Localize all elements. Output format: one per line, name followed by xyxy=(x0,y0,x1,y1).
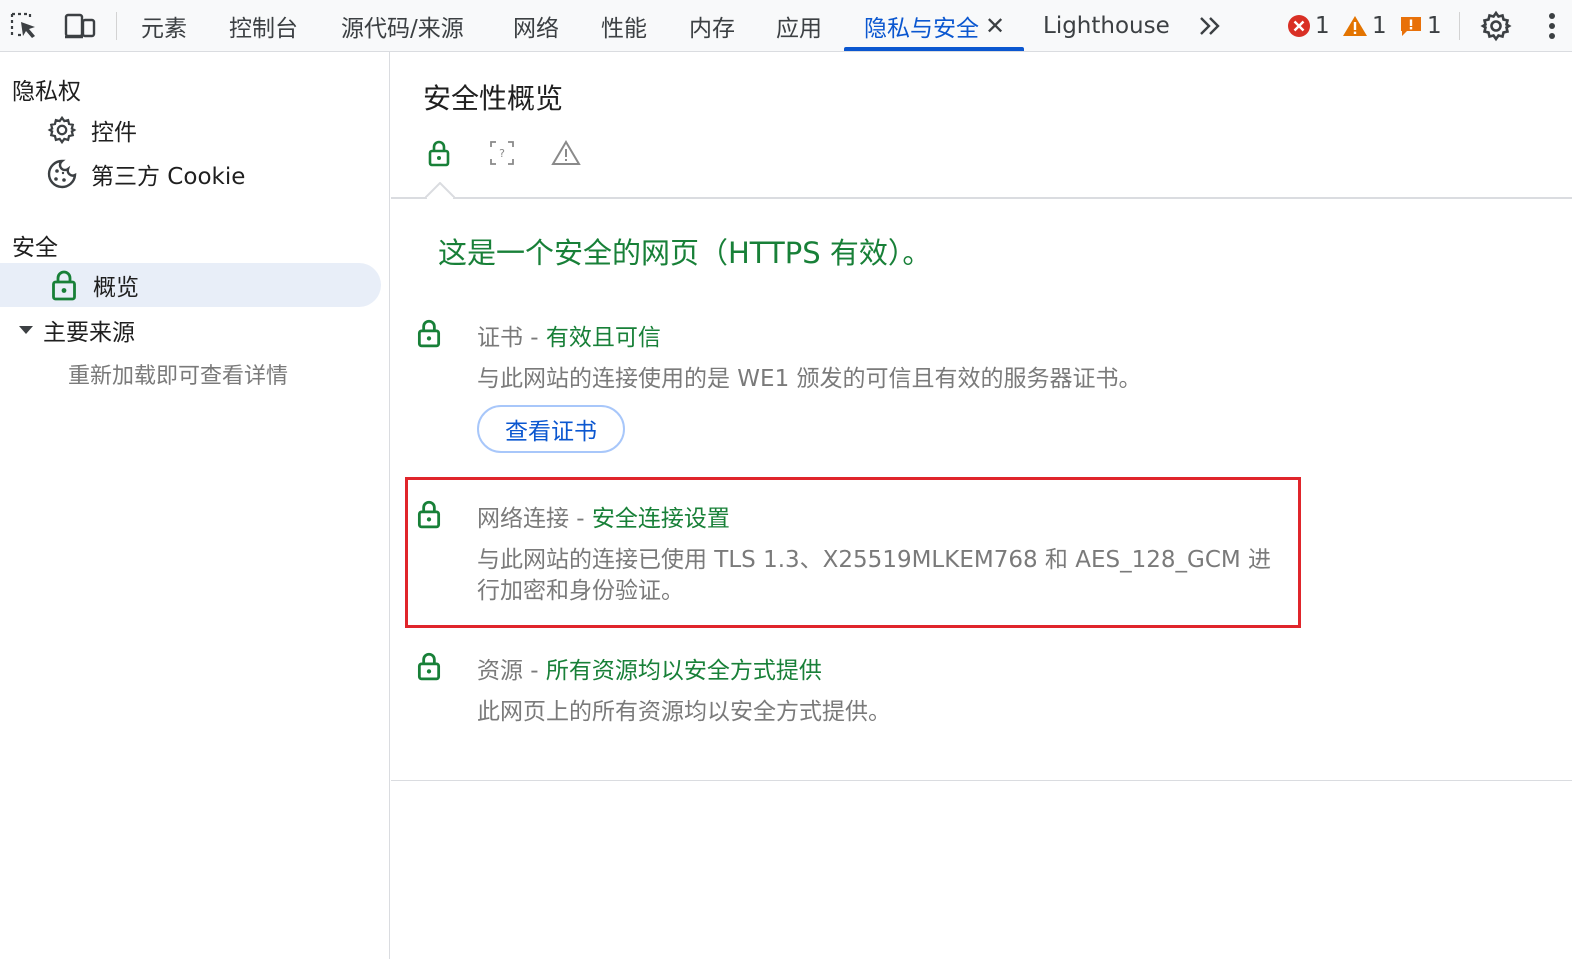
gear-icon xyxy=(45,113,79,147)
lock-icon xyxy=(417,652,441,681)
tab-pointer xyxy=(425,182,455,199)
unknown-security-icon[interactable]: ? xyxy=(487,138,517,168)
row-title: 网络连接 - 安全连接设置 xyxy=(477,499,730,533)
warnings-counter[interactable]: 1 xyxy=(1342,0,1387,52)
row-title: 资源 - 所有资源均以安全方式提供 xyxy=(477,651,822,685)
inspect-element-icon[interactable] xyxy=(6,8,42,44)
settings-gear-icon[interactable] xyxy=(1478,8,1514,44)
page-title: 安全性概览 xyxy=(423,82,564,115)
tab-network[interactable]: 网络 xyxy=(513,0,559,52)
toolbar-separator xyxy=(1459,12,1460,40)
tab-console[interactable]: 控制台 xyxy=(229,0,298,52)
tab-sources[interactable]: 源代码/来源 xyxy=(341,0,464,52)
more-tabs-chevron-icon[interactable] xyxy=(1192,8,1228,44)
security-summary: 这是一个安全的网页（HTTPS 有效）。 xyxy=(438,236,932,270)
security-overview-panel: 安全性概览 ? 这是一个安全的网页（HTTPS 有效）。 证书 - 有效且可信 … xyxy=(391,52,1572,959)
sidebar-item-label: 概览 xyxy=(93,275,139,301)
tab-application[interactable]: 应用 xyxy=(776,0,822,52)
active-tab-indicator xyxy=(844,47,1024,51)
insecure-warning-icon[interactable] xyxy=(551,138,581,168)
secure-lock-icon[interactable] xyxy=(424,138,454,168)
sidebar: 隐私权 控件 第三方 Cookie 安全 概览 主要来源 重新加载即可查看详情 xyxy=(0,52,390,959)
row-status: 有效且可信 xyxy=(545,325,661,351)
triangle-down-icon xyxy=(19,326,33,334)
tab-performance[interactable]: 性能 xyxy=(601,0,647,52)
toolbar-separator xyxy=(116,12,117,40)
divider xyxy=(391,780,1572,781)
issues-counter[interactable]: 1 xyxy=(1399,0,1442,52)
errors-counter[interactable]: 1 xyxy=(1287,0,1330,52)
svg-text:?: ? xyxy=(499,147,505,160)
reload-hint: 重新加载即可查看详情 xyxy=(68,364,289,389)
tab-privacy-security-label: 隐私与安全 xyxy=(864,16,979,42)
sidebar-item-label: 控件 xyxy=(91,120,137,146)
main-origin-label: 主要来源 xyxy=(43,320,135,346)
tab-memory[interactable]: 内存 xyxy=(689,0,735,52)
row-status: 所有资源均以安全方式提供 xyxy=(545,658,822,684)
tab-lighthouse[interactable]: Lighthouse xyxy=(1043,0,1170,52)
lock-icon xyxy=(417,319,441,348)
issues-count: 1 xyxy=(1427,13,1442,39)
devtools-toolbar: 元素 控制台 源代码/来源 网络 性能 内存 应用 隐私与安全 ✕ Lighth… xyxy=(0,0,1572,52)
row-description: 与此网站的连接使用的是 WE1 颁发的可信且有效的服务器证书。 xyxy=(477,366,1142,392)
close-icon[interactable]: ✕ xyxy=(985,12,1005,40)
privacy-heading: 隐私权 xyxy=(12,79,81,105)
resources-row: 资源 - 所有资源均以安全方式提供 此网页上的所有资源均以安全方式提供。 xyxy=(415,651,1315,741)
row-status: 安全连接设置 xyxy=(591,506,730,532)
connection-row: 网络连接 - 安全连接设置 与此网站的连接已使用 TLS 1.3、X25519M… xyxy=(415,499,1315,619)
device-toolbar-icon[interactable] xyxy=(62,8,98,44)
lock-icon xyxy=(47,268,81,302)
errors-count: 1 xyxy=(1315,13,1330,39)
row-title: 证书 - 有效且可信 xyxy=(477,318,661,352)
sidebar-item-label: 第三方 Cookie xyxy=(91,164,246,190)
warnings-count: 1 xyxy=(1372,13,1387,39)
main-origin-toggle[interactable]: 主要来源 xyxy=(0,308,135,352)
row-title-prefix: 网络连接 - xyxy=(477,506,592,532)
cookie-icon xyxy=(45,157,79,191)
lock-icon xyxy=(417,500,441,529)
error-icon xyxy=(1288,15,1310,37)
sidebar-item-third-party-cookies[interactable]: 第三方 Cookie xyxy=(45,152,245,196)
issue-flag-icon xyxy=(1401,17,1421,36)
row-title-prefix: 资源 - xyxy=(477,658,546,684)
view-certificate-button[interactable]: 查看证书 xyxy=(477,405,625,453)
security-heading: 安全 xyxy=(12,235,58,261)
tab-elements[interactable]: 元素 xyxy=(141,0,187,52)
row-title-prefix: 证书 - xyxy=(477,325,546,351)
more-options-kebab-icon[interactable] xyxy=(1534,8,1570,44)
tab-privacy-security[interactable]: 隐私与安全 ✕ xyxy=(864,0,1005,52)
sidebar-item-controls[interactable]: 控件 xyxy=(45,108,137,152)
sidebar-item-overview[interactable]: 概览 xyxy=(47,263,139,307)
warning-icon xyxy=(1343,16,1367,36)
row-description: 此网页上的所有资源均以安全方式提供。 xyxy=(477,699,891,725)
divider xyxy=(391,197,1572,199)
row-description: 与此网站的连接已使用 TLS 1.3、X25519MLKEM768 和 AES_… xyxy=(477,547,1272,604)
